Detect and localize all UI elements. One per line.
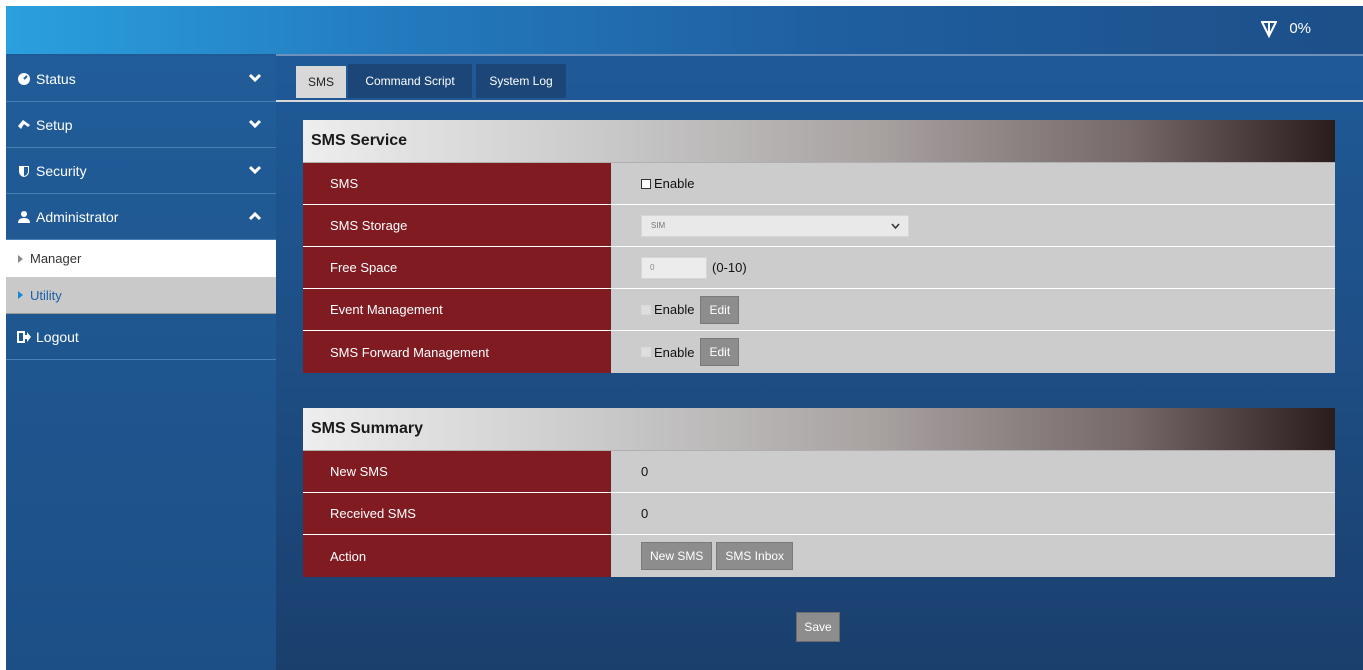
row-label: Action bbox=[303, 535, 611, 577]
signal-icon bbox=[1261, 21, 1277, 38]
row-label: New SMS bbox=[303, 451, 611, 492]
sms-storage-row: SMS Storage SIM bbox=[303, 205, 1335, 247]
sidebar-subitem-utility[interactable]: Utility bbox=[6, 277, 276, 314]
row-label: SMS bbox=[303, 163, 611, 204]
panel-title: SMS Summary bbox=[303, 408, 1335, 451]
event-management-enable-checkbox[interactable] bbox=[641, 304, 651, 315]
tab-bar: SMS Command Script System Log bbox=[276, 60, 1363, 102]
sms-summary-panel: SMS Summary New SMS 0 Received SMS 0 Act… bbox=[303, 408, 1335, 577]
chevron-down-icon bbox=[891, 223, 900, 229]
checkbox-label: Enable bbox=[654, 302, 695, 317]
wrench-icon bbox=[18, 119, 30, 129]
event-management-edit-button[interactable]: Edit bbox=[700, 295, 740, 324]
sms-inbox-button[interactable]: SMS Inbox bbox=[716, 542, 794, 570]
sidebar-item-security[interactable]: Security bbox=[6, 148, 276, 194]
chevron-down-icon bbox=[248, 119, 262, 129]
shield-icon bbox=[19, 165, 29, 177]
tab-sms[interactable]: SMS bbox=[296, 66, 346, 98]
sms-forward-management-row: SMS Forward Management Enable Edit bbox=[303, 331, 1335, 373]
top-divider bbox=[276, 54, 1363, 56]
tab-label: SMS bbox=[307, 75, 334, 89]
top-bar: 0% bbox=[6, 6, 1363, 54]
new-sms-button[interactable]: New SMS bbox=[641, 542, 713, 570]
gauge-icon bbox=[18, 72, 30, 85]
range-hint: (0-10) bbox=[712, 260, 747, 275]
sidebar-subitem-label: Manager bbox=[30, 251, 82, 266]
chevron-down-icon bbox=[248, 73, 262, 83]
tab-underline bbox=[276, 100, 1363, 102]
sms-row: SMS Enable bbox=[303, 163, 1335, 205]
sms-service-panel: SMS Service SMS Enable SMS Storage SIM F… bbox=[303, 120, 1335, 373]
tab-label: Command Script bbox=[365, 74, 455, 88]
new-sms-row: New SMS 0 bbox=[303, 451, 1335, 493]
sms-forward-enable-checkbox[interactable] bbox=[641, 347, 651, 357]
row-label: SMS Storage bbox=[303, 205, 611, 246]
select-value: SIM bbox=[651, 221, 666, 230]
tab-label: System Log bbox=[489, 74, 553, 88]
free-space-input[interactable]: 0 bbox=[641, 256, 707, 279]
sidebar-subitem-manager[interactable]: Manager bbox=[6, 240, 276, 277]
chevron-up-icon bbox=[248, 211, 262, 221]
sms-storage-select[interactable]: SIM bbox=[641, 214, 909, 237]
sidebar-item-status[interactable]: Status bbox=[6, 56, 276, 102]
sidebar-item-administrator[interactable]: Administrator bbox=[6, 194, 276, 240]
row-label: Received SMS bbox=[303, 493, 611, 534]
sidebar: Status Setup Security Administrator Mana… bbox=[6, 56, 276, 670]
sidebar-item-label: Administrator bbox=[36, 208, 119, 225]
caret-right-icon bbox=[18, 291, 23, 299]
sidebar-item-label: Logout bbox=[36, 328, 79, 345]
caret-right-icon bbox=[18, 254, 23, 263]
free-space-row: Free Space 0 (0-10) bbox=[303, 247, 1335, 289]
received-sms-count: 0 bbox=[611, 493, 1335, 534]
event-management-row: Event Management Enable Edit bbox=[303, 289, 1335, 331]
row-label: Event Management bbox=[303, 289, 611, 330]
signal-strength-text: 0% bbox=[1289, 20, 1311, 37]
save-button[interactable]: Save bbox=[796, 612, 840, 642]
sms-forward-edit-button[interactable]: Edit bbox=[700, 338, 740, 366]
app-frame: 0% Status Setup Security Administrator M… bbox=[6, 6, 1363, 670]
new-sms-count: 0 bbox=[611, 451, 1335, 492]
sidebar-item-label: Security bbox=[36, 162, 87, 179]
user-icon bbox=[18, 210, 30, 223]
row-label: SMS Forward Management bbox=[303, 331, 611, 373]
chevron-down-icon bbox=[248, 165, 262, 175]
row-label: Free Space bbox=[303, 247, 611, 288]
sidebar-subitem-label: Utility bbox=[30, 287, 62, 303]
sidebar-item-label: Setup bbox=[36, 116, 73, 133]
tab-system-log[interactable]: System Log bbox=[476, 64, 566, 98]
panel-title: SMS Service bbox=[303, 120, 1335, 163]
sidebar-item-label: Status bbox=[36, 70, 76, 87]
checkbox-label: Enable bbox=[654, 176, 695, 191]
checkbox-label: Enable bbox=[654, 344, 695, 360]
sms-enable-checkbox[interactable] bbox=[641, 178, 651, 189]
sidebar-item-setup[interactable]: Setup bbox=[6, 102, 276, 148]
sidebar-item-logout[interactable]: Logout bbox=[6, 314, 276, 360]
action-row: Action New SMS SMS Inbox bbox=[303, 535, 1335, 577]
tab-command-script[interactable]: Command Script bbox=[348, 64, 472, 98]
received-sms-row: Received SMS 0 bbox=[303, 493, 1335, 535]
sign-out-icon bbox=[17, 330, 31, 343]
